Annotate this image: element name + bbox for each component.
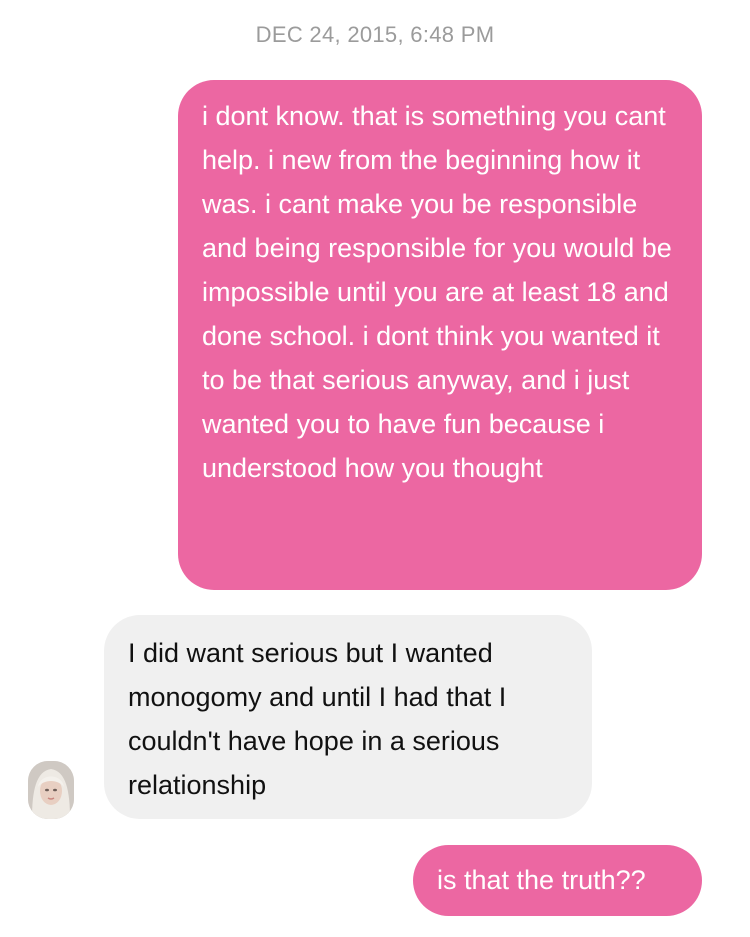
received-message-bubble[interactable]: I did want serious but I wanted monogomy… (104, 615, 592, 819)
sender-avatar[interactable] (28, 761, 74, 819)
sent-message-bubble[interactable]: is that the truth?? (413, 845, 702, 916)
avatar-photo-icon (28, 761, 74, 819)
sent-message-bubble[interactable]: i dont know. that is something you cant … (178, 80, 702, 590)
conversation-timestamp: DEC 24, 2015, 6:48 PM (255, 22, 495, 47)
